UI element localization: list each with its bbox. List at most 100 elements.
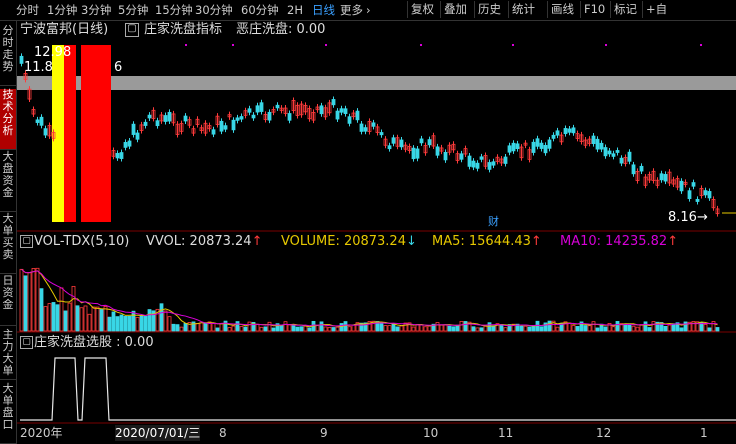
volume-bar	[263, 326, 268, 332]
candle-body	[255, 105, 260, 113]
candle-body	[211, 129, 216, 135]
candle-body	[435, 146, 440, 156]
candle-body	[223, 125, 228, 130]
volume-bar	[711, 321, 716, 332]
candle-body	[475, 162, 480, 169]
candle-body	[563, 128, 568, 135]
kline-chart-canvas[interactable]	[0, 0, 736, 444]
candle-body	[543, 145, 548, 154]
volume-bar	[387, 325, 392, 332]
volume-bar	[379, 322, 384, 332]
volume-bar	[67, 302, 72, 332]
volume-indicator-name[interactable]: VOL-TDX(5,10)	[34, 234, 129, 250]
volume-bar	[439, 324, 444, 332]
volume-bar	[643, 321, 648, 332]
volume-bar	[463, 321, 468, 332]
volume-bar	[235, 321, 240, 332]
volume-bar	[335, 326, 340, 332]
candle-body	[663, 174, 668, 182]
volume-bar	[247, 321, 252, 332]
volume-bar	[191, 321, 196, 332]
volume-bar	[707, 327, 712, 332]
candle-body	[251, 114, 256, 119]
ma5-value: MA5: 15644.43↑	[432, 234, 542, 249]
volume-bar	[471, 326, 476, 332]
volume-bar	[715, 327, 720, 332]
xaxis-label-sep: 9	[320, 426, 328, 440]
volume-bar	[611, 326, 616, 332]
volume-bar	[51, 302, 56, 332]
candle-body	[507, 145, 512, 153]
signal-bar-red	[81, 45, 111, 222]
volume-bar	[475, 327, 480, 332]
candle-body	[515, 143, 520, 150]
volume-bar	[19, 268, 24, 332]
volume-bar	[39, 288, 44, 332]
candle-body	[135, 132, 140, 140]
event-marker[interactable]: 财	[488, 214, 499, 230]
candle-body	[247, 108, 252, 113]
candle-body	[491, 161, 496, 166]
volume-bar	[419, 324, 424, 332]
volume-bar	[199, 322, 204, 332]
candle-body	[343, 108, 348, 115]
marker-dot	[605, 44, 607, 46]
volume-bar	[683, 321, 688, 332]
volume-bar	[267, 321, 272, 332]
candle-body	[267, 111, 272, 121]
volume-bar	[415, 324, 420, 332]
volume-bar	[91, 306, 96, 332]
volume-bar	[159, 303, 164, 332]
candle-body	[471, 160, 476, 168]
vvol-value: VVOL: 20873.24↑	[146, 234, 263, 249]
volume-bar	[255, 323, 260, 332]
volume-bar	[383, 325, 388, 332]
low-price-label: 8.16→	[668, 210, 708, 225]
volume-bar	[239, 326, 244, 332]
volume-bar	[427, 325, 432, 332]
volume-bar	[299, 326, 304, 332]
volume-bar	[651, 321, 656, 332]
candle-body	[599, 142, 604, 150]
volume-bar	[83, 305, 88, 332]
volume-bar	[459, 320, 464, 332]
volume-bar	[443, 324, 448, 332]
indicator-name[interactable]: 庄家洗盘指标	[144, 22, 222, 38]
candle-body	[19, 55, 24, 64]
candle-body	[183, 115, 188, 122]
volume-settings-icon[interactable]: ▢	[20, 235, 33, 248]
volume-bar	[703, 324, 708, 332]
candle-body	[639, 165, 644, 172]
volume-bar	[319, 321, 324, 332]
candle-body	[627, 151, 632, 162]
marker-dot	[232, 44, 234, 46]
candle-body	[547, 139, 552, 149]
candle-body	[355, 110, 360, 121]
volume-bar	[171, 323, 176, 332]
xipan-settings-icon[interactable]: ▢	[20, 336, 33, 349]
volume-bar	[323, 326, 328, 332]
indicator-settings-icon[interactable]: ▢	[125, 23, 139, 37]
volume-bar	[571, 325, 576, 332]
candle-body	[555, 130, 560, 136]
volume-bar	[635, 326, 640, 332]
volume-bar	[671, 323, 676, 332]
volume-bar	[483, 325, 488, 332]
candle-body	[155, 120, 160, 127]
volume-bar	[547, 320, 552, 332]
candle-body	[399, 139, 404, 148]
volume-bar	[339, 323, 344, 332]
candle-body	[535, 138, 540, 147]
volume-bar	[231, 325, 236, 332]
candle-body	[379, 132, 384, 136]
volume-bar	[583, 325, 588, 332]
candle-body	[391, 137, 396, 144]
volume-bar	[435, 322, 440, 332]
volume-bar	[31, 268, 36, 332]
volume-bar	[631, 325, 636, 332]
volume-bar	[71, 285, 76, 332]
candle-body	[331, 99, 336, 106]
stock-title: 宁波富邦(日线)	[20, 22, 109, 37]
volume-bar	[223, 320, 228, 332]
candle-body	[131, 123, 136, 135]
